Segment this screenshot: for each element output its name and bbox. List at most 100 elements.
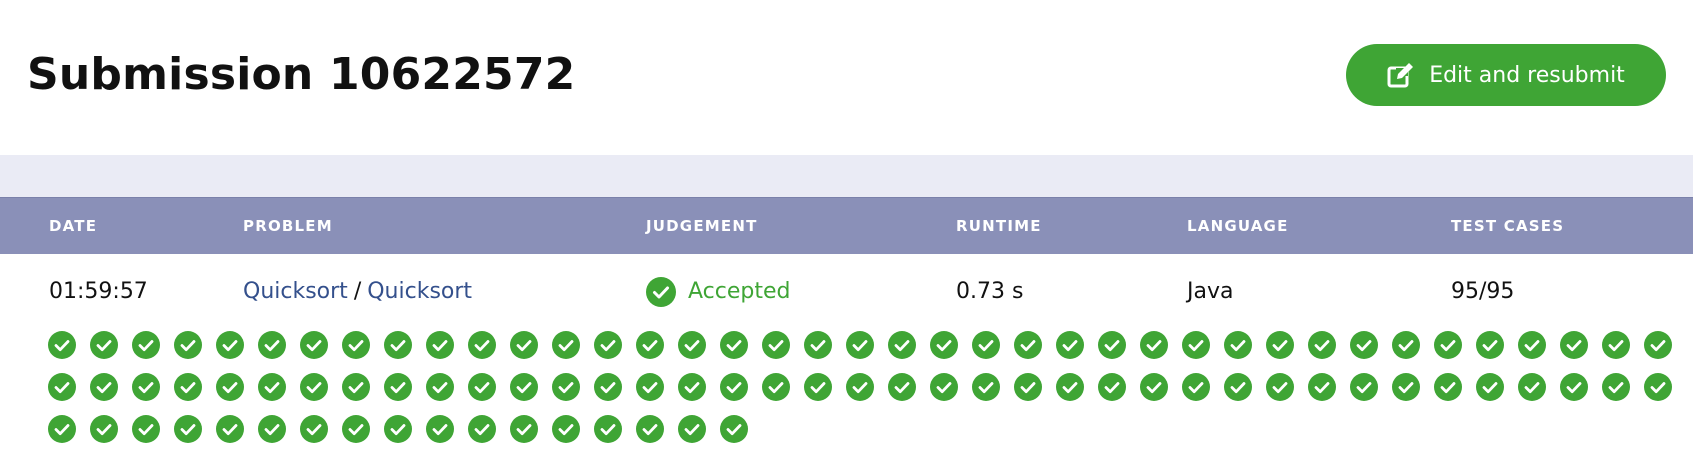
check-circle-icon bbox=[216, 331, 244, 359]
check-circle-icon bbox=[300, 415, 328, 443]
page-header: Submission 10622572 Edit and resubmit bbox=[0, 0, 1693, 155]
check-circle-icon bbox=[1224, 331, 1252, 359]
check-circle-icon bbox=[594, 415, 622, 443]
check-circle-icon bbox=[636, 373, 664, 401]
check-circle-icon bbox=[678, 415, 706, 443]
check-circle-icon bbox=[1056, 373, 1084, 401]
check-circle-icon bbox=[510, 331, 538, 359]
check-circle-icon bbox=[762, 331, 790, 359]
test-case-row bbox=[48, 331, 1688, 359]
check-circle-icon bbox=[1014, 331, 1042, 359]
check-circle-icon bbox=[384, 373, 412, 401]
check-circle-icon bbox=[510, 415, 538, 443]
check-circle-icon bbox=[1224, 373, 1252, 401]
check-circle-icon bbox=[1476, 373, 1504, 401]
check-circle-icon bbox=[846, 373, 874, 401]
check-circle-icon bbox=[174, 373, 202, 401]
check-circle-icon bbox=[1518, 373, 1546, 401]
check-circle-icon bbox=[1644, 331, 1672, 359]
check-circle-icon bbox=[510, 373, 538, 401]
check-circle-icon bbox=[552, 373, 580, 401]
check-circle-icon bbox=[90, 331, 118, 359]
check-circle-icon bbox=[342, 373, 370, 401]
edit-and-resubmit-button[interactable]: Edit and resubmit bbox=[1346, 44, 1666, 106]
check-circle-icon bbox=[1476, 331, 1504, 359]
check-circle-icon bbox=[720, 415, 748, 443]
test-case-results bbox=[48, 331, 1688, 457]
check-circle-icon bbox=[678, 331, 706, 359]
check-circle-icon bbox=[1602, 331, 1630, 359]
check-circle-icon bbox=[636, 331, 664, 359]
judgement-cell: Accepted bbox=[646, 254, 790, 330]
check-circle-icon bbox=[174, 331, 202, 359]
check-circle-icon bbox=[720, 373, 748, 401]
check-circle-icon bbox=[468, 331, 496, 359]
column-header-language: LANGUAGE bbox=[1187, 217, 1289, 235]
column-header-problem: PROBLEM bbox=[243, 217, 333, 235]
check-circle-icon bbox=[646, 277, 676, 307]
check-circle-icon bbox=[804, 373, 832, 401]
check-circle-icon bbox=[972, 373, 1000, 401]
check-circle-icon bbox=[636, 415, 664, 443]
check-circle-icon bbox=[804, 331, 832, 359]
problem-cell: Quicksort / Quicksort bbox=[243, 254, 472, 330]
check-circle-icon bbox=[1014, 373, 1042, 401]
check-circle-icon bbox=[258, 331, 286, 359]
check-circle-icon bbox=[1308, 331, 1336, 359]
submission-table-row: 01:59:57 Quicksort / Quicksort Accepted 0.… bbox=[0, 254, 1693, 330]
check-circle-icon bbox=[1098, 331, 1126, 359]
check-circle-icon bbox=[468, 415, 496, 443]
edit-icon bbox=[1387, 62, 1415, 88]
check-circle-icon bbox=[972, 331, 1000, 359]
submission-table-header: DATE PROBLEM JUDGEMENT RUNTIME LANGUAGE … bbox=[0, 197, 1693, 254]
column-header-test-cases: TEST CASES bbox=[1451, 217, 1565, 235]
check-circle-icon bbox=[300, 373, 328, 401]
check-circle-icon bbox=[300, 331, 328, 359]
check-circle-icon bbox=[552, 415, 580, 443]
column-header-judgement: JUDGEMENT bbox=[646, 217, 758, 235]
check-circle-icon bbox=[1308, 373, 1336, 401]
check-circle-icon bbox=[1560, 331, 1588, 359]
check-circle-icon bbox=[258, 415, 286, 443]
column-header-date: DATE bbox=[49, 217, 98, 235]
check-circle-icon bbox=[1434, 373, 1462, 401]
check-circle-icon bbox=[1350, 373, 1378, 401]
judgement-status: Accepted bbox=[688, 279, 791, 304]
language-value: Java bbox=[1187, 279, 1234, 304]
check-circle-icon bbox=[1140, 373, 1168, 401]
check-circle-icon bbox=[720, 331, 748, 359]
test-case-row bbox=[48, 415, 1688, 443]
check-circle-icon bbox=[216, 415, 244, 443]
check-circle-icon bbox=[1350, 331, 1378, 359]
page-title: Submission 10622572 bbox=[27, 49, 576, 100]
check-circle-icon bbox=[552, 331, 580, 359]
check-circle-icon bbox=[1182, 373, 1210, 401]
check-circle-icon bbox=[1266, 373, 1294, 401]
check-circle-icon bbox=[90, 415, 118, 443]
check-circle-icon bbox=[132, 415, 160, 443]
check-circle-icon bbox=[594, 373, 622, 401]
check-circle-icon bbox=[1644, 373, 1672, 401]
check-circle-icon bbox=[384, 331, 412, 359]
check-circle-icon bbox=[930, 373, 958, 401]
runtime-value: 0.73 s bbox=[956, 279, 1024, 304]
check-circle-icon bbox=[48, 415, 76, 443]
check-circle-icon bbox=[594, 331, 622, 359]
test-case-row bbox=[48, 373, 1688, 401]
problem-link[interactable]: Quicksort bbox=[367, 279, 472, 304]
check-circle-icon bbox=[48, 373, 76, 401]
problem-link[interactable]: Quicksort bbox=[243, 279, 348, 304]
check-circle-icon bbox=[1392, 373, 1420, 401]
check-circle-icon bbox=[888, 373, 916, 401]
check-circle-icon bbox=[258, 373, 286, 401]
check-circle-icon bbox=[468, 373, 496, 401]
check-circle-icon bbox=[132, 331, 160, 359]
check-circle-icon bbox=[1392, 331, 1420, 359]
check-circle-icon bbox=[426, 415, 454, 443]
problem-separator: / bbox=[353, 279, 362, 304]
check-circle-icon bbox=[1518, 331, 1546, 359]
check-circle-icon bbox=[426, 331, 454, 359]
section-divider bbox=[0, 155, 1693, 197]
check-circle-icon bbox=[888, 331, 916, 359]
check-circle-icon bbox=[426, 373, 454, 401]
